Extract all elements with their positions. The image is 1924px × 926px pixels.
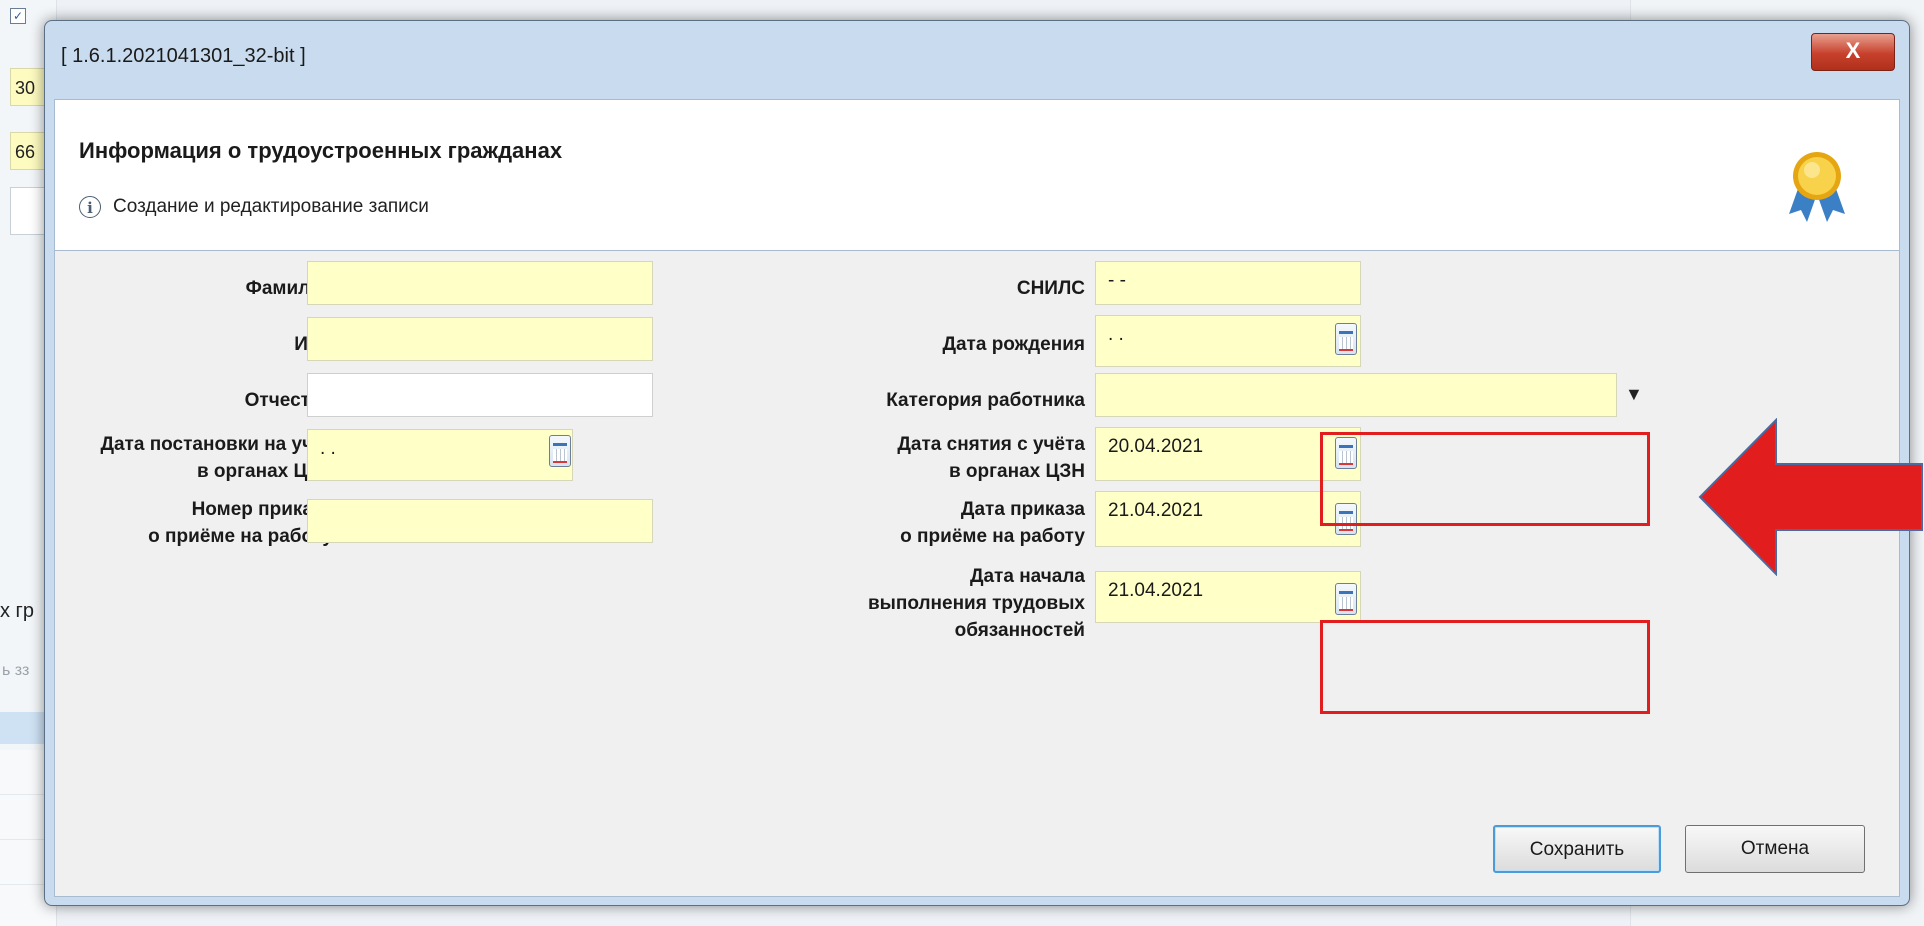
dialog-heading: Информация о трудоустроенных гражданах — [79, 138, 563, 163]
worker-category-label: Категория работника — [886, 390, 1085, 411]
dialog-header: Информация о трудоустроенных гражданах i… — [54, 99, 1900, 251]
worker-category-select[interactable] — [1095, 373, 1617, 417]
patronymic-input[interactable] — [307, 373, 653, 417]
name-input[interactable] — [307, 317, 653, 361]
registration-date-input[interactable]: . . — [307, 429, 573, 481]
order-number-input[interactable] — [307, 499, 653, 543]
dialog-body: Фамилия Имя Отчество Дата постановки на … — [54, 251, 1900, 897]
label-line: Дата начала — [969, 566, 1085, 587]
highlight-box — [1320, 432, 1650, 526]
order-number-label: Номер приказа о приёме на работу — [33, 496, 333, 550]
background-text: ь зз — [2, 662, 30, 679]
calendar-icon[interactable] — [1335, 323, 1357, 355]
label-line: Дата постановки на учёт — [100, 434, 333, 455]
deregistration-date-label: Дата снятия с учёта в органах ЦЗН — [715, 431, 1085, 485]
save-button[interactable]: Сохранить — [1493, 825, 1661, 873]
background-text: х гр — [0, 600, 34, 622]
chevron-down-icon[interactable]: ▼ — [1625, 384, 1643, 405]
close-button[interactable]: X — [1811, 33, 1895, 71]
label-line: о приёме на работу — [148, 526, 333, 547]
calendar-icon[interactable] — [549, 435, 571, 467]
highlight-box — [1320, 620, 1650, 714]
snils-input[interactable]: - - — [1095, 261, 1361, 305]
surname-label: Фамилия — [245, 278, 333, 299]
start-date-label: Дата начала выполнения трудовых обязанно… — [715, 563, 1085, 644]
label-line: в органах ЦЗН — [948, 461, 1085, 482]
window-title: [ 1.6.1.2021041301_32-bit ] — [61, 45, 306, 67]
label-line: обязанностей — [954, 620, 1085, 641]
name-label: Имя — [33, 331, 333, 358]
label-line: Дата приказа — [960, 499, 1085, 520]
dialog-subtitle: Создание и редактирование записи — [113, 196, 429, 217]
snils-label: СНИЛС — [1016, 278, 1085, 299]
patronymic-label: Отчество — [244, 390, 333, 411]
label-line: о приёме на работу — [900, 526, 1085, 547]
birth-date-label: Дата рождения — [942, 334, 1085, 355]
cancel-button[interactable]: Отмена — [1685, 825, 1865, 873]
surname-input[interactable] — [307, 261, 653, 305]
label-line: Номер приказа — [191, 499, 333, 520]
registration-date-label: Дата постановки на учёт в органах ЦЗН — [33, 431, 333, 485]
red-arrow-icon — [1698, 418, 1923, 576]
label-line: выполнения трудовых — [867, 593, 1085, 614]
order-date-label: Дата приказа о приёме на работу — [715, 496, 1085, 550]
start-date-input[interactable]: 21.04.2021 — [1095, 571, 1361, 623]
label-line: в органах ЦЗН — [196, 461, 333, 482]
award-badge-icon — [1789, 152, 1845, 222]
calendar-icon[interactable] — [1335, 583, 1357, 615]
background-checkbox[interactable]: ✓ — [10, 8, 26, 24]
info-icon: i — [79, 196, 101, 218]
birth-date-input[interactable]: . . — [1095, 315, 1361, 367]
dialog-titlebar[interactable]: [ 1.6.1.2021041301_32-bit ] X — [45, 21, 1909, 99]
label-line: Дата снятия с учёта — [897, 434, 1085, 455]
